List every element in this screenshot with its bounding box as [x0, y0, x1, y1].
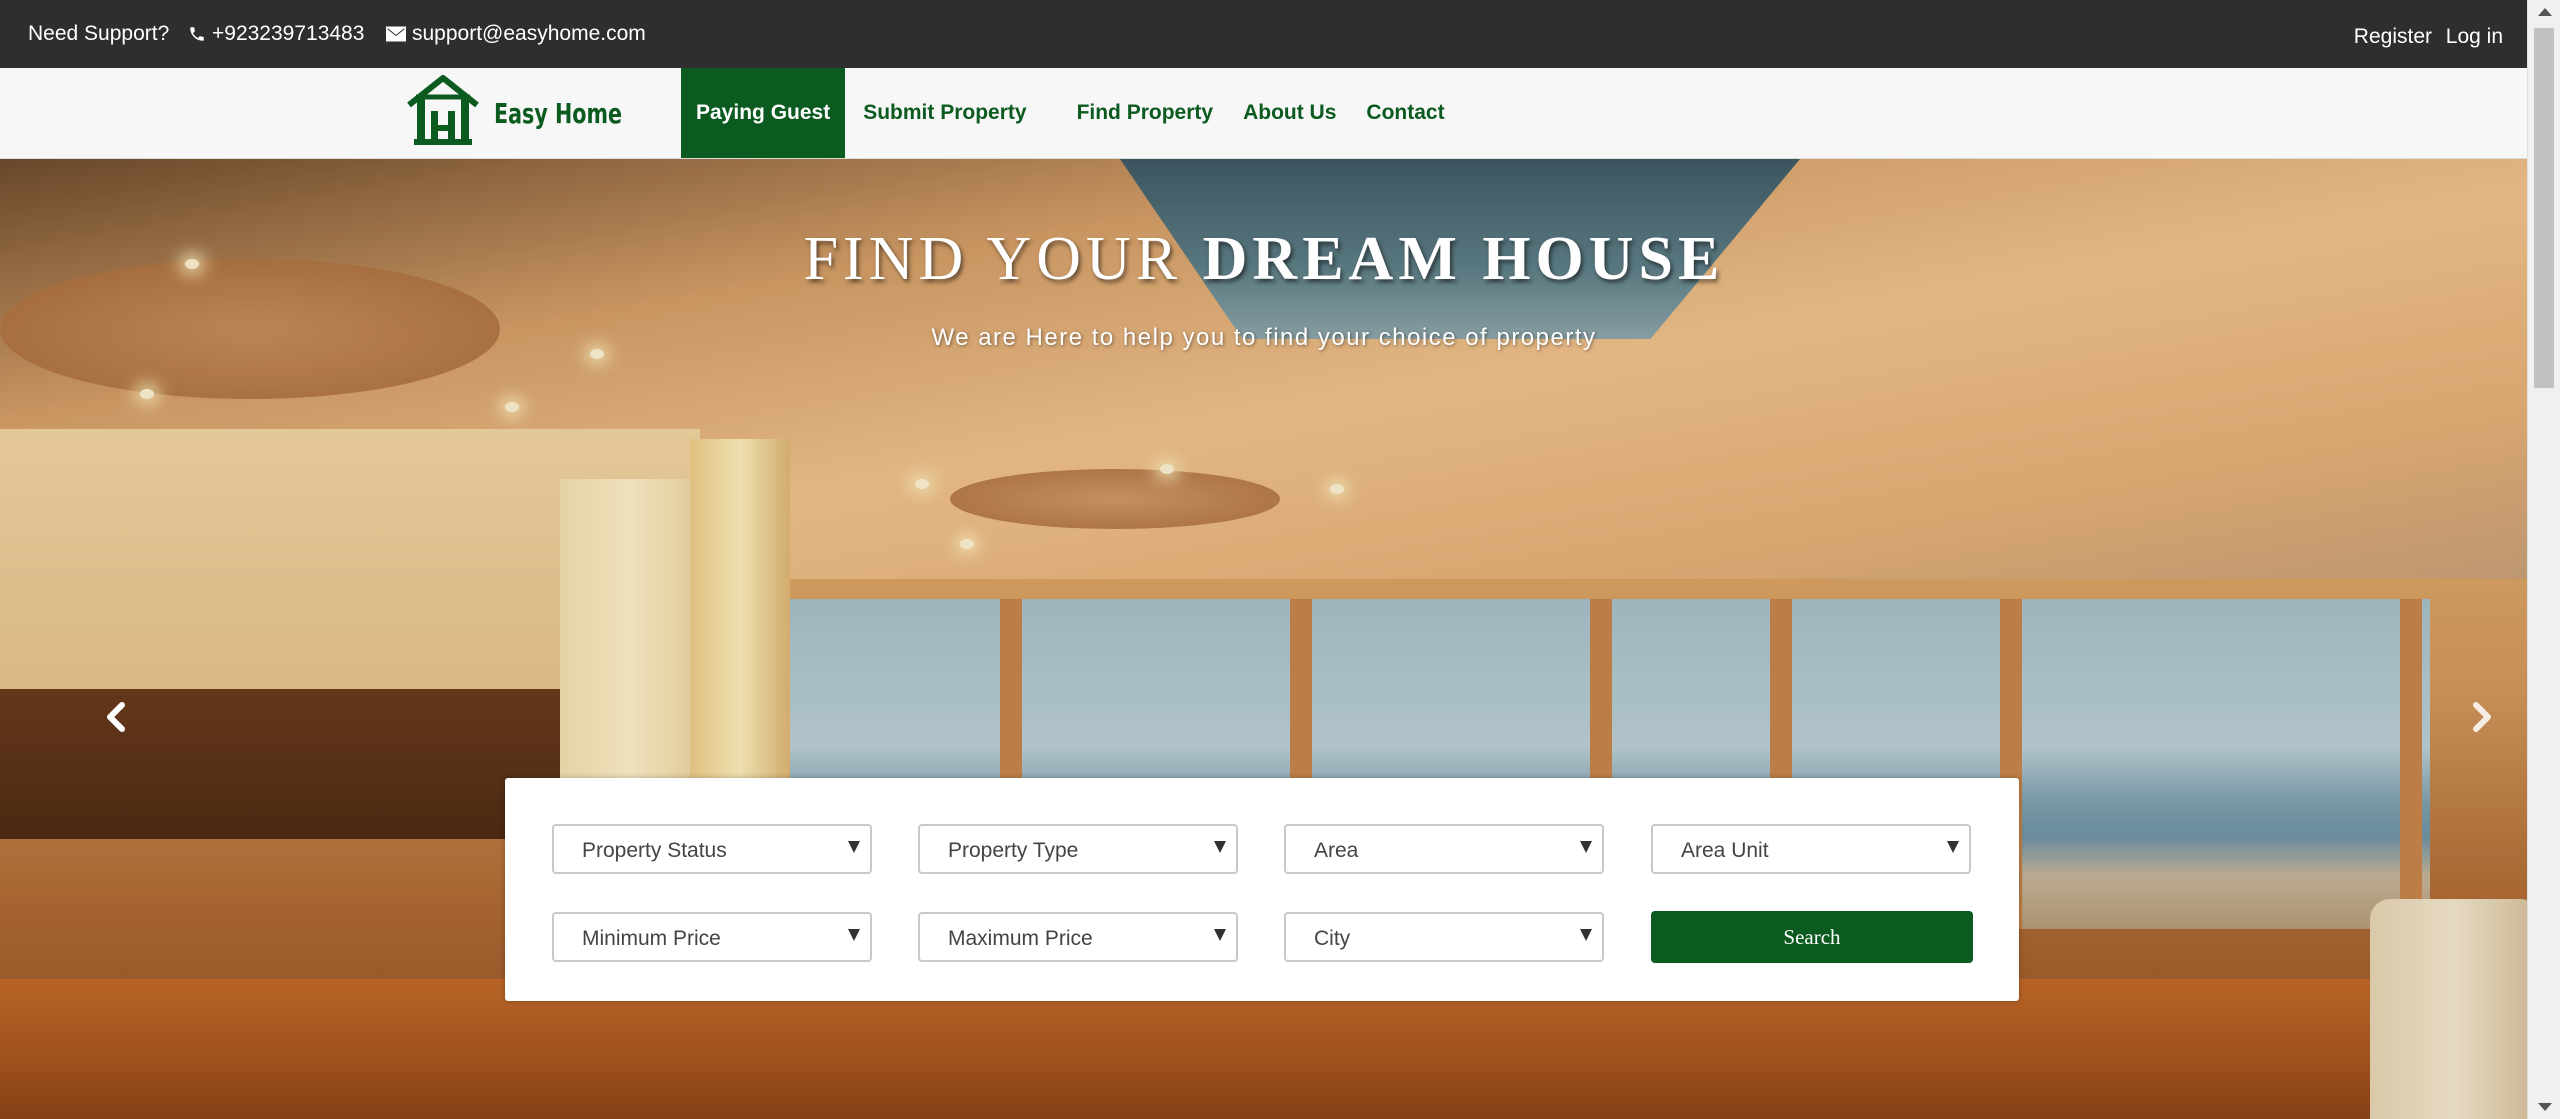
nav-menu: Paying Guest Submit Property Find Proper…: [681, 68, 1445, 158]
caret-down-icon: [1214, 841, 1226, 853]
caret-down-icon: [1580, 841, 1592, 853]
house-logo-icon: [406, 74, 480, 152]
caret-down-icon: [1580, 929, 1592, 941]
top-bar: Need Support? +923239713483 support@easy…: [0, 0, 2528, 68]
maximum-price-select[interactable]: Maximum Price: [918, 912, 1238, 962]
city-select[interactable]: City: [1284, 912, 1604, 962]
property-status-select[interactable]: Property Status: [552, 824, 872, 874]
property-search-panel: Property Status Property Type Area Area …: [505, 778, 2019, 1001]
area-unit-select[interactable]: Area Unit: [1651, 824, 1971, 874]
city-value: City: [1314, 927, 1351, 950]
carousel-next-button[interactable]: [2462, 699, 2502, 739]
register-link[interactable]: Register: [2354, 25, 2432, 49]
main-navbar: Easy Home Paying Guest Submit Property F…: [0, 68, 2528, 159]
nav-paying-guest[interactable]: Paying Guest: [681, 68, 846, 158]
minimum-price-value: Minimum Price: [582, 927, 721, 950]
area-value: Area: [1314, 839, 1359, 862]
nav-submit-property[interactable]: Submit Property: [863, 68, 1026, 158]
hero-title-light: FIND YOUR: [803, 225, 1203, 293]
brand-logo[interactable]: Easy Home: [406, 74, 650, 152]
scroll-up-arrow-icon[interactable]: [2538, 8, 2552, 16]
area-select[interactable]: Area: [1284, 824, 1604, 874]
nav-about-us[interactable]: About Us: [1243, 68, 1336, 158]
chevron-right-icon: [2470, 701, 2494, 737]
phone-number: +923239713483: [212, 22, 365, 45]
email-contact[interactable]: support@easyhome.com: [386, 22, 646, 46]
phone-icon: [188, 25, 206, 43]
hero-title: FIND YOUR DREAM HOUSE: [0, 224, 2528, 295]
search-button[interactable]: Search: [1651, 911, 1973, 963]
area-unit-value: Area Unit: [1681, 839, 1769, 862]
phone-contact[interactable]: +923239713483: [188, 22, 364, 46]
caret-down-icon: [848, 929, 860, 941]
property-status-value: Property Status: [582, 839, 727, 862]
hero-subtitle: We are Here to help you to find your cho…: [931, 324, 1597, 351]
carousel-prev-button[interactable]: [96, 699, 136, 739]
property-type-select[interactable]: Property Type: [918, 824, 1238, 874]
brand-name: Easy Home: [494, 96, 623, 130]
chevron-left-icon: [104, 701, 128, 737]
property-type-value: Property Type: [948, 839, 1079, 862]
caret-down-icon: [848, 841, 860, 853]
caret-down-icon: [1947, 841, 1959, 853]
email-address: support@easyhome.com: [412, 22, 646, 45]
login-link[interactable]: Log in: [2446, 25, 2503, 49]
scroll-down-arrow-icon[interactable]: [2538, 1103, 2552, 1111]
support-text: Need Support?: [28, 22, 169, 46]
page-scrollbar[interactable]: [2527, 0, 2560, 1119]
nav-find-property[interactable]: Find Property: [1077, 68, 1214, 158]
support-label: Need Support?: [28, 22, 170, 45]
scrollbar-thumb[interactable]: [2534, 28, 2554, 388]
caret-down-icon: [1214, 929, 1226, 941]
nav-contact[interactable]: Contact: [1366, 68, 1444, 158]
hero-title-bold: DREAM HOUSE: [1202, 225, 1725, 293]
maximum-price-value: Maximum Price: [948, 927, 1093, 950]
envelope-icon: [386, 26, 406, 42]
minimum-price-select[interactable]: Minimum Price: [552, 912, 872, 962]
